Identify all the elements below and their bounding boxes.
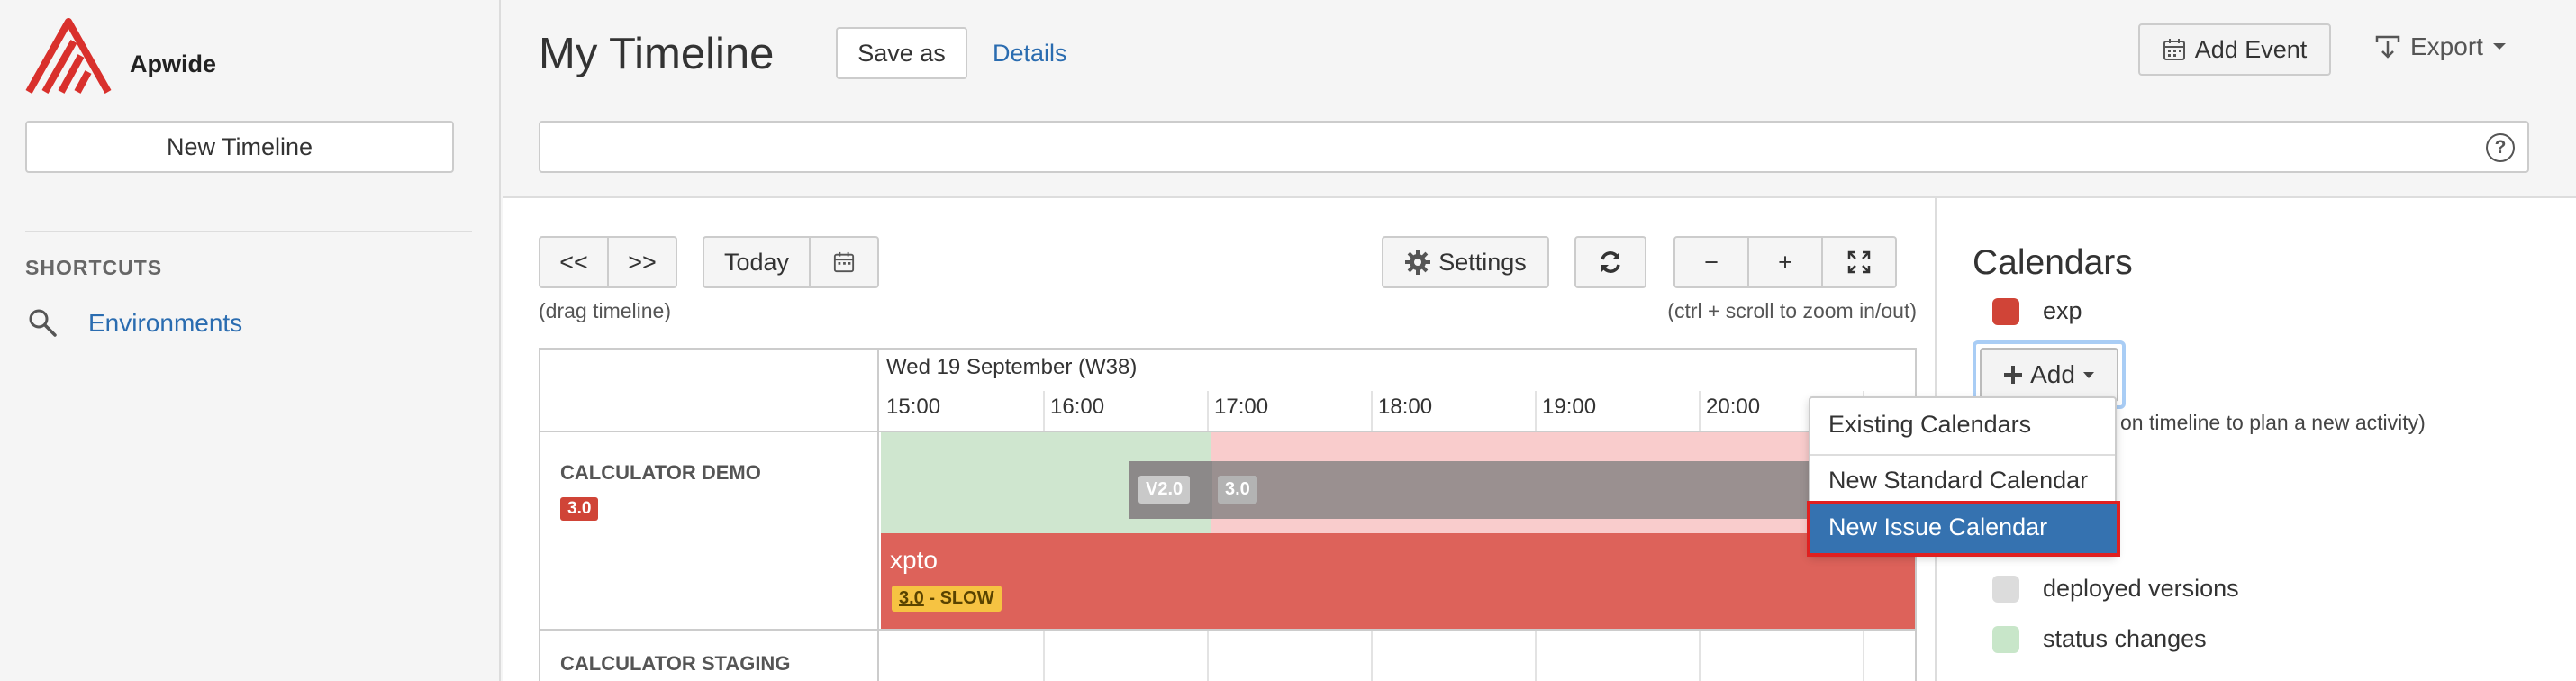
- next-button[interactable]: >>: [607, 236, 677, 288]
- export-icon: [2375, 35, 2400, 59]
- calendar-color-swatch: [1992, 625, 2019, 653]
- status-badge-version[interactable]: 3.0: [899, 588, 924, 608]
- calendar-icon: [833, 251, 855, 273]
- timeline-query-input[interactable]: ?: [539, 121, 2529, 173]
- zoom-out-button[interactable]: −: [1673, 236, 1749, 288]
- status-badge[interactable]: 3.0 - SLOW: [892, 586, 1002, 612]
- version-badge: 3.0: [560, 497, 599, 521]
- refresh-icon: [1601, 251, 1620, 273]
- calendar-label: exp: [2043, 297, 2082, 324]
- event-bar-xpto[interactable]: xpto 3.0 - SLOW: [881, 533, 1915, 629]
- zoom-in-button[interactable]: +: [1747, 236, 1823, 288]
- export-dropdown[interactable]: Export: [2374, 32, 2516, 61]
- timeline-grid[interactable]: Wed 19 September (W38) 15:00 16:00 17:00…: [539, 348, 1917, 681]
- shortcut-label: Environments: [88, 309, 243, 337]
- environment-label[interactable]: CALCULATOR STAGING: [560, 652, 790, 676]
- drag-hint: (drag timeline): [539, 299, 671, 322]
- calendar-label: deployed versions: [2043, 575, 2239, 602]
- hour-label: 19:00: [1542, 395, 1597, 419]
- refresh-group: [1574, 236, 1646, 288]
- event-title: xpto: [890, 546, 938, 574]
- date-picker-button[interactable]: [809, 236, 879, 288]
- chevron-down-icon: [2492, 43, 2506, 50]
- help-icon[interactable]: ?: [2486, 133, 2515, 162]
- save-as-button[interactable]: Save as: [836, 27, 967, 79]
- export-label: Export: [2410, 32, 2483, 60]
- version-chip[interactable]: 3.0: [1218, 476, 1257, 504]
- calendar-item-deployed-versions[interactable]: deployed versions: [1992, 575, 2239, 603]
- hour-label: 17:00: [1214, 395, 1269, 419]
- hour-label: 16:00: [1050, 395, 1105, 419]
- add-hint: on timeline to plan a new activity): [2120, 411, 2426, 434]
- sidebar-divider: [25, 231, 472, 232]
- add-event-button[interactable]: Add Event: [2138, 23, 2331, 76]
- settings-button[interactable]: Settings: [1382, 236, 1549, 288]
- add-calendar-menu: Existing Calendars New Standard Calendar…: [1807, 396, 2120, 557]
- version-chip[interactable]: V2.0: [1138, 476, 1191, 504]
- navigation-group: << >>: [539, 236, 677, 288]
- calendar-icon: [2163, 39, 2185, 60]
- menu-item-label: New Issue Calendar: [1828, 513, 2048, 540]
- zoom-hint: (ctrl + scroll to zoom in/out): [1667, 299, 1917, 322]
- menu-item-new-standard-calendar[interactable]: New Standard Calendar: [1828, 467, 2088, 495]
- fullscreen-icon: [1847, 250, 1871, 274]
- environment-label[interactable]: CALCULATOR DEMO: [560, 461, 761, 485]
- timeline-panel: << >> (drag timeline) Today Settings − +…: [503, 196, 1935, 681]
- calendars-title: Calendars: [1973, 243, 2133, 282]
- calendar-color-swatch: [1992, 297, 2019, 325]
- timeline-date-label: Wed 19 September (W38): [886, 355, 1138, 379]
- settings-label: Settings: [1438, 248, 1527, 276]
- hour-label: 15:00: [886, 395, 941, 419]
- calendar-item-status-changes[interactable]: status changes: [1992, 625, 2207, 653]
- add-event-label: Add Event: [2194, 35, 2308, 63]
- calendar-color-swatch: [1992, 575, 2019, 603]
- sidebar: Apwide New Timeline SHORTCUTS Environmen…: [0, 0, 501, 681]
- settings-group: Settings: [1382, 236, 1549, 288]
- shortcut-environments[interactable]: Environments: [25, 303, 242, 344]
- today-group: Today: [703, 236, 879, 288]
- zoom-group: − +: [1673, 236, 1897, 288]
- plus-icon: [2004, 366, 2023, 384]
- hour-label: 18:00: [1378, 395, 1433, 419]
- row-separator: [540, 629, 1915, 631]
- chevron-down-icon: [2082, 371, 2094, 378]
- calendar-label: status changes: [2043, 625, 2207, 652]
- apwide-logo[interactable]: [25, 18, 112, 95]
- page-title: My Timeline: [539, 30, 775, 78]
- today-button[interactable]: Today: [703, 236, 811, 288]
- fullscreen-button[interactable]: [1821, 236, 1897, 288]
- add-label: Add: [2030, 360, 2075, 388]
- calendar-item-exp[interactable]: exp: [1992, 297, 2082, 325]
- status-badge-text: - SLOW: [923, 588, 994, 608]
- search-icon: [29, 309, 57, 337]
- refresh-button[interactable]: [1574, 236, 1646, 288]
- menu-divider: [1810, 454, 2115, 456]
- details-link[interactable]: Details: [993, 40, 1067, 68]
- menu-item-existing-calendars[interactable]: Existing Calendars: [1828, 411, 2031, 439]
- previous-button[interactable]: <<: [539, 236, 609, 288]
- hour-label: 20:00: [1706, 395, 1761, 419]
- gear-icon: [1405, 250, 1431, 275]
- menu-item-new-issue-calendar[interactable]: New Issue Calendar: [1807, 501, 2120, 557]
- shortcuts-title: SHORTCUTS: [25, 256, 163, 279]
- brand-name: Apwide: [130, 50, 217, 77]
- new-timeline-button[interactable]: New Timeline: [25, 121, 454, 173]
- add-calendar-button[interactable]: Add: [1980, 348, 2118, 402]
